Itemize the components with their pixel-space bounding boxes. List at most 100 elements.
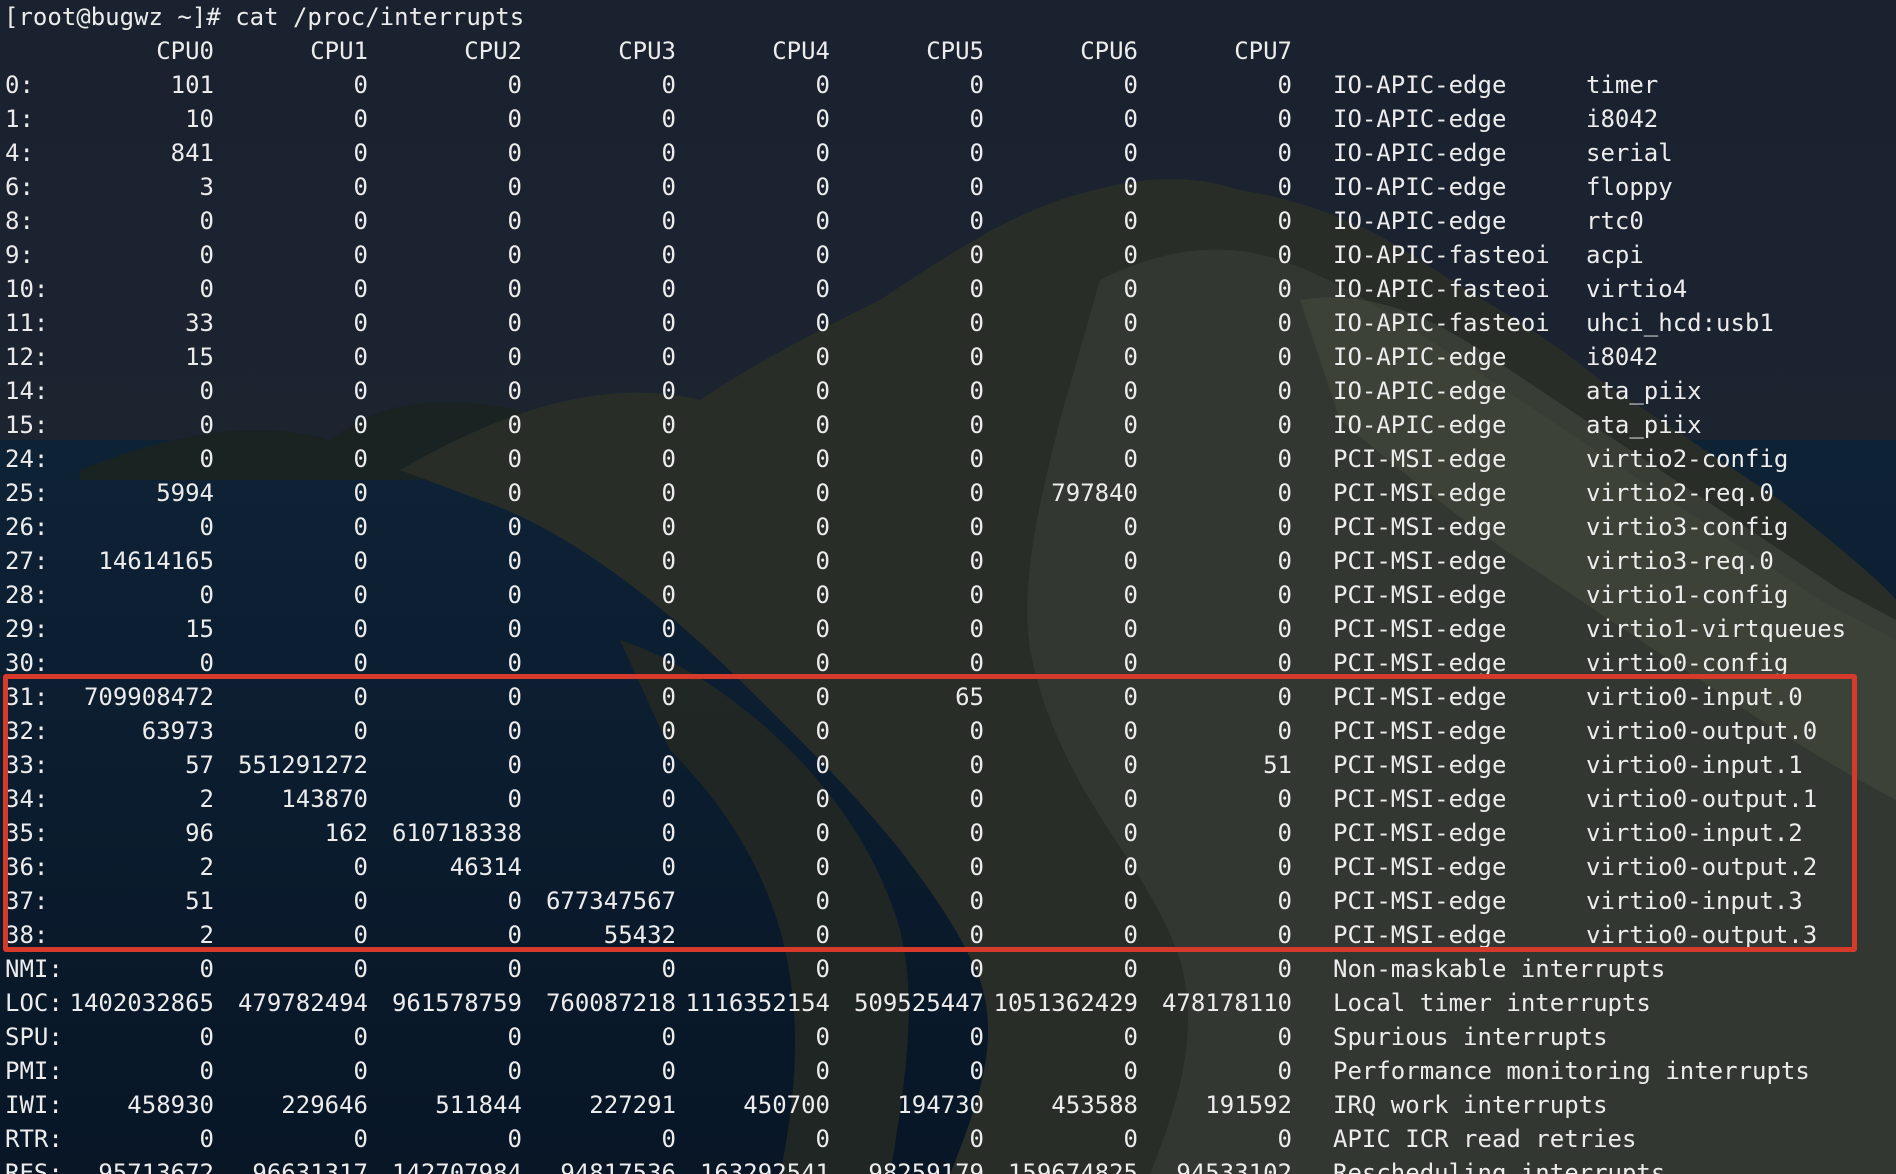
irq-count-cpu3: 0 bbox=[661, 275, 676, 303]
irq-number: 32: bbox=[5, 717, 49, 745]
irq-count-cpu5: 0 bbox=[969, 411, 984, 439]
irq-count-cpu3: 0 bbox=[661, 1057, 676, 1085]
irq-count-cpu1: 0 bbox=[353, 1023, 368, 1051]
irq-number: 8: bbox=[5, 207, 34, 235]
irq-count-cpu4: 0 bbox=[815, 105, 830, 133]
irq-count-cpu7: 0 bbox=[1277, 343, 1292, 371]
irq-count-cpu4: 0 bbox=[815, 207, 830, 235]
irq-count-cpu1: 0 bbox=[353, 853, 368, 881]
irq-count-cpu0: 10 bbox=[185, 105, 214, 133]
irq-count-cpu6: 0 bbox=[1123, 207, 1138, 235]
irq-count-cpu5: 98259179 bbox=[868, 1159, 984, 1174]
irq-device: virtio3-req.0 bbox=[1586, 547, 1774, 575]
irq-number: 25: bbox=[5, 479, 49, 507]
irq-count-cpu6: 159674825 bbox=[1007, 1159, 1138, 1174]
irq-count-cpu5: 0 bbox=[969, 71, 984, 99]
irq-number: 31: bbox=[5, 683, 49, 711]
irq-count-cpu1: 143870 bbox=[281, 785, 368, 813]
irq-row: 24: 0 0 0 0 0 0 0 0 PCI-MSI-edge virtio2-config bbox=[0, 442, 1896, 476]
irq-device: i8042 bbox=[1586, 105, 1659, 133]
irq-number: 10: bbox=[5, 275, 49, 303]
irq-count-cpu6: 0 bbox=[1123, 717, 1138, 745]
irq-number: 30: bbox=[5, 649, 49, 677]
irq-count-cpu3: 0 bbox=[661, 173, 676, 201]
irq-count-cpu5: 0 bbox=[969, 751, 984, 779]
irq-controller: PCI-MSI-edge bbox=[1333, 513, 1507, 541]
irq-controller: IO-APIC-edge bbox=[1333, 71, 1507, 99]
irq-count-cpu4: 0 bbox=[815, 853, 830, 881]
irq-count-cpu0: 0 bbox=[199, 955, 214, 983]
irq-number: 0: bbox=[5, 71, 34, 99]
irq-count-cpu7: 0 bbox=[1277, 105, 1292, 133]
irq-count-cpu1: 0 bbox=[353, 1057, 368, 1085]
irq-number: SPU: bbox=[5, 1023, 63, 1051]
irq-count-cpu4: 0 bbox=[815, 309, 830, 337]
irq-count-cpu7: 0 bbox=[1277, 513, 1292, 541]
irq-count-cpu6: 453588 bbox=[1051, 1091, 1138, 1119]
irq-row: 25: 5994 0 0 0 0 0 797840 0 PCI-MSI-edge virtio2-r… bbox=[0, 476, 1896, 510]
irq-count-cpu1: 0 bbox=[353, 955, 368, 983]
irq-count-cpu2: 0 bbox=[507, 921, 522, 949]
irq-count-cpu6: 1051362429 bbox=[993, 989, 1139, 1017]
irq-number: IWI: bbox=[5, 1091, 63, 1119]
irq-count-cpu5: 65 bbox=[955, 683, 984, 711]
cpu-header-3: CPU3 bbox=[618, 37, 676, 65]
irq-count-cpu3: 0 bbox=[661, 1023, 676, 1051]
irq-row: 32: 63973 0 0 0 0 0 0 0 PCI-MSI-edge virtio0-outpu… bbox=[0, 714, 1896, 748]
irq-description: Spurious interrupts bbox=[1333, 1023, 1608, 1051]
irq-count-cpu4: 0 bbox=[815, 649, 830, 677]
irq-row: 12: 15 0 0 0 0 0 0 0 IO-APIC-edge i8042 bbox=[0, 340, 1896, 374]
irq-count-cpu4: 0 bbox=[815, 1125, 830, 1153]
irq-count-cpu7: 0 bbox=[1277, 887, 1292, 915]
irq-count-cpu7: 0 bbox=[1277, 547, 1292, 575]
irq-count-cpu4: 0 bbox=[815, 411, 830, 439]
irq-count-cpu2: 0 bbox=[507, 275, 522, 303]
irq-count-cpu7: 0 bbox=[1277, 241, 1292, 269]
irq-description: Non-maskable interrupts bbox=[1333, 955, 1666, 983]
irq-controller: PCI-MSI-edge bbox=[1333, 887, 1507, 915]
irq-count-cpu2: 0 bbox=[507, 649, 522, 677]
irq-count-cpu5: 0 bbox=[969, 955, 984, 983]
irq-count-cpu6: 0 bbox=[1123, 105, 1138, 133]
irq-count-cpu0: 2 bbox=[199, 853, 214, 881]
irq-count-cpu4: 0 bbox=[815, 819, 830, 847]
irq-device: virtio0-output.3 bbox=[1586, 921, 1818, 949]
irq-controller: IO-APIC-edge bbox=[1333, 377, 1507, 405]
irq-count-cpu5: 0 bbox=[969, 343, 984, 371]
irq-count-cpu0: 51 bbox=[185, 887, 214, 915]
irq-count-cpu0: 0 bbox=[199, 411, 214, 439]
irq-count-cpu2: 0 bbox=[507, 581, 522, 609]
irq-controller: IO-APIC-edge bbox=[1333, 105, 1507, 133]
irq-count-cpu2: 0 bbox=[507, 717, 522, 745]
shell-prompt: [root@bugwz ~]# cat /proc/interrupts bbox=[4, 3, 525, 31]
irq-controller: IO-APIC-fasteoi bbox=[1333, 309, 1550, 337]
irq-number: 34: bbox=[5, 785, 49, 813]
terminal-window[interactable]: [root@bugwz ~]# cat /proc/interrupts CPU… bbox=[0, 0, 1896, 1174]
irq-count-cpu7: 0 bbox=[1277, 1057, 1292, 1085]
irq-number: 28: bbox=[5, 581, 49, 609]
irq-count-cpu3: 0 bbox=[661, 751, 676, 779]
irq-count-cpu0: 2 bbox=[199, 921, 214, 949]
irq-count-cpu7: 0 bbox=[1277, 275, 1292, 303]
cpu-header-row: CPU0 CPU1 CPU2 CPU3 CPU4 CPU5 CPU6 CPU7 bbox=[0, 34, 1896, 68]
summary-row: RTR: 0 0 0 0 0 0 0 0 APIC ICR read retries bbox=[0, 1122, 1896, 1156]
irq-count-cpu2: 0 bbox=[507, 513, 522, 541]
irq-count-cpu7: 0 bbox=[1277, 207, 1292, 235]
irq-controller: IO-APIC-edge bbox=[1333, 207, 1507, 235]
irq-count-cpu0: 709908472 bbox=[83, 683, 214, 711]
irq-controller: IO-APIC-edge bbox=[1333, 411, 1507, 439]
irq-controller: PCI-MSI-edge bbox=[1333, 649, 1507, 677]
irq-controller: IO-APIC-fasteoi bbox=[1333, 241, 1550, 269]
irq-device: uhci_hcd:usb1 bbox=[1586, 309, 1774, 337]
irq-count-cpu3: 0 bbox=[661, 105, 676, 133]
irq-controller: IO-APIC-edge bbox=[1333, 173, 1507, 201]
irq-count-cpu6: 0 bbox=[1123, 343, 1138, 371]
irq-count-cpu1: 0 bbox=[353, 71, 368, 99]
irq-controller: PCI-MSI-edge bbox=[1333, 751, 1507, 779]
irq-row: 9: 0 0 0 0 0 0 0 0 IO-APIC-fasteoi acpi bbox=[0, 238, 1896, 272]
irq-count-cpu3: 0 bbox=[661, 207, 676, 235]
irq-count-cpu5: 0 bbox=[969, 445, 984, 473]
irq-count-cpu3: 0 bbox=[661, 819, 676, 847]
irq-count-cpu6: 0 bbox=[1123, 445, 1138, 473]
irq-count-cpu4: 0 bbox=[815, 955, 830, 983]
